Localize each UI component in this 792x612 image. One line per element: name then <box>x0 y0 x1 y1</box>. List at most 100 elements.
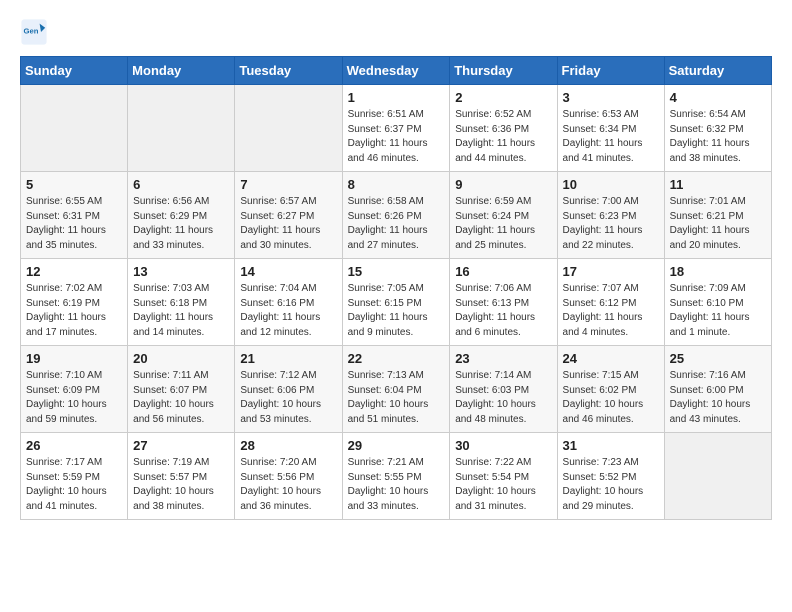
calendar-cell: 16Sunrise: 7:06 AM Sunset: 6:13 PM Dayli… <box>450 259 557 346</box>
calendar-cell: 29Sunrise: 7:21 AM Sunset: 5:55 PM Dayli… <box>342 433 450 520</box>
day-number: 23 <box>455 351 551 366</box>
calendar-cell: 6Sunrise: 6:56 AM Sunset: 6:29 PM Daylig… <box>128 172 235 259</box>
day-number: 24 <box>563 351 659 366</box>
day-number: 17 <box>563 264 659 279</box>
calendar-cell: 1 Sunrise: 6:51 AM Sunset: 6:37 PM Daylig… <box>342 85 450 172</box>
calendar-cell: 23 Sunrise: 7:14 AM Sunset: 6:03 PM Dayli… <box>450 346 557 433</box>
calendar-cell: 28 Sunrise: 7:20 AM Sunset: 5:56 PM Dayli… <box>235 433 342 520</box>
calendar-cell: 12Sunrise: 7:02 AM Sunset: 6:19 PM Dayli… <box>21 259 128 346</box>
day-number: 25 <box>670 351 766 366</box>
day-info: Sunrise: 6:57 AM Sunset: 6:27 PM Dayligh… <box>240 195 336 253</box>
calendar-cell: 31 Sunrise: 7:23 AM Sunset: 5:52 PM Dayli… <box>557 433 664 520</box>
calendar-cell: 3 Sunrise: 6:53 AM Sunset: 6:34 PM Daylig… <box>557 85 664 172</box>
logo: Gen <box>20 18 50 46</box>
day-info: Sunrise: 7:17 AM Sunset: 5:59 PM Dayligh… <box>26 456 122 514</box>
day-info: Sunrise: 7:10 AM Sunset: 6:09 PM Dayligh… <box>26 369 122 427</box>
day-number: 29 <box>348 438 445 453</box>
day-info: Sunrise: 7:03 AM Sunset: 6:18 PM Dayligh… <box>133 282 229 340</box>
weekday-header-sunday: Sunday <box>21 57 128 85</box>
day-info: Sunrise: 6:58 AM Sunset: 6:26 PM Dayligh… <box>348 195 445 253</box>
calendar-cell <box>235 85 342 172</box>
calendar-week-row: 12Sunrise: 7:02 AM Sunset: 6:19 PM Dayli… <box>21 259 772 346</box>
day-info: Sunrise: 7:16 AM Sunset: 6:00 PM Dayligh… <box>670 369 766 427</box>
day-info: Sunrise: 7:00 AM Sunset: 6:23 PM Dayligh… <box>563 195 659 253</box>
day-number: 16 <box>455 264 551 279</box>
day-info: Sunrise: 7:23 AM Sunset: 5:52 PM Dayligh… <box>563 456 659 514</box>
weekday-header-friday: Friday <box>557 57 664 85</box>
day-number: 11 <box>670 177 766 192</box>
day-info: Sunrise: 6:53 AM Sunset: 6:34 PM Dayligh… <box>563 108 659 166</box>
calendar-cell: 10 Sunrise: 7:00 AM Sunset: 6:23 PM Dayli… <box>557 172 664 259</box>
day-number: 1 <box>348 90 445 105</box>
day-info: Sunrise: 7:07 AM Sunset: 6:12 PM Dayligh… <box>563 282 659 340</box>
day-number: 22 <box>348 351 445 366</box>
day-number: 31 <box>563 438 659 453</box>
day-number: 18 <box>670 264 766 279</box>
calendar-cell: 17 Sunrise: 7:07 AM Sunset: 6:12 PM Dayli… <box>557 259 664 346</box>
day-number: 14 <box>240 264 336 279</box>
calendar-cell: 24 Sunrise: 7:15 AM Sunset: 6:02 PM Dayli… <box>557 346 664 433</box>
day-info: Sunrise: 6:55 AM Sunset: 6:31 PM Dayligh… <box>26 195 122 253</box>
calendar-table: SundayMondayTuesdayWednesdayThursdayFrid… <box>20 56 772 520</box>
day-number: 27 <box>133 438 229 453</box>
day-number: 8 <box>348 177 445 192</box>
day-info: Sunrise: 7:09 AM Sunset: 6:10 PM Dayligh… <box>670 282 766 340</box>
day-info: Sunrise: 7:02 AM Sunset: 6:19 PM Dayligh… <box>26 282 122 340</box>
calendar-cell: 21Sunrise: 7:12 AM Sunset: 6:06 PM Dayli… <box>235 346 342 433</box>
calendar-cell: 27 Sunrise: 7:19 AM Sunset: 5:57 PM Dayli… <box>128 433 235 520</box>
calendar-cell: 26 Sunrise: 7:17 AM Sunset: 5:59 PM Dayli… <box>21 433 128 520</box>
day-number: 30 <box>455 438 551 453</box>
day-number: 7 <box>240 177 336 192</box>
weekday-header-saturday: Saturday <box>664 57 771 85</box>
header: Gen <box>20 18 772 46</box>
day-number: 3 <box>563 90 659 105</box>
day-info: Sunrise: 6:52 AM Sunset: 6:36 PM Dayligh… <box>455 108 551 166</box>
calendar-week-row: 19 Sunrise: 7:10 AM Sunset: 6:09 PM Dayli… <box>21 346 772 433</box>
day-info: Sunrise: 7:15 AM Sunset: 6:02 PM Dayligh… <box>563 369 659 427</box>
calendar-cell: 30 Sunrise: 7:22 AM Sunset: 5:54 PM Dayli… <box>450 433 557 520</box>
day-number: 9 <box>455 177 551 192</box>
logo-icon: Gen <box>20 18 48 46</box>
day-number: 10 <box>563 177 659 192</box>
day-info: Sunrise: 6:54 AM Sunset: 6:32 PM Dayligh… <box>670 108 766 166</box>
calendar-cell: 20 Sunrise: 7:11 AM Sunset: 6:07 PM Dayli… <box>128 346 235 433</box>
page-container: Gen SundayMondayTuesdayWednesdayThursday… <box>0 0 792 532</box>
weekday-header-wednesday: Wednesday <box>342 57 450 85</box>
svg-text:Gen: Gen <box>24 26 39 35</box>
calendar-cell: 22 Sunrise: 7:13 AM Sunset: 6:04 PM Dayli… <box>342 346 450 433</box>
calendar-week-row: 5 Sunrise: 6:55 AM Sunset: 6:31 PM Daylig… <box>21 172 772 259</box>
calendar-cell: 9Sunrise: 6:59 AM Sunset: 6:24 PM Daylig… <box>450 172 557 259</box>
calendar-cell: 4Sunrise: 6:54 AM Sunset: 6:32 PM Daylig… <box>664 85 771 172</box>
calendar-cell <box>128 85 235 172</box>
calendar-cell: 15Sunrise: 7:05 AM Sunset: 6:15 PM Dayli… <box>342 259 450 346</box>
calendar-week-row: 26 Sunrise: 7:17 AM Sunset: 5:59 PM Dayli… <box>21 433 772 520</box>
day-number: 28 <box>240 438 336 453</box>
day-info: Sunrise: 7:13 AM Sunset: 6:04 PM Dayligh… <box>348 369 445 427</box>
weekday-header-row: SundayMondayTuesdayWednesdayThursdayFrid… <box>21 57 772 85</box>
calendar-cell: 7 Sunrise: 6:57 AM Sunset: 6:27 PM Daylig… <box>235 172 342 259</box>
day-info: Sunrise: 7:11 AM Sunset: 6:07 PM Dayligh… <box>133 369 229 427</box>
day-info: Sunrise: 7:20 AM Sunset: 5:56 PM Dayligh… <box>240 456 336 514</box>
day-number: 2 <box>455 90 551 105</box>
calendar-cell: 2 Sunrise: 6:52 AM Sunset: 6:36 PM Daylig… <box>450 85 557 172</box>
weekday-header-monday: Monday <box>128 57 235 85</box>
calendar-cell: 18 Sunrise: 7:09 AM Sunset: 6:10 PM Dayli… <box>664 259 771 346</box>
day-info: Sunrise: 7:04 AM Sunset: 6:16 PM Dayligh… <box>240 282 336 340</box>
day-info: Sunrise: 6:56 AM Sunset: 6:29 PM Dayligh… <box>133 195 229 253</box>
calendar-cell: 5 Sunrise: 6:55 AM Sunset: 6:31 PM Daylig… <box>21 172 128 259</box>
day-info: Sunrise: 7:05 AM Sunset: 6:15 PM Dayligh… <box>348 282 445 340</box>
day-number: 5 <box>26 177 122 192</box>
day-number: 20 <box>133 351 229 366</box>
day-number: 26 <box>26 438 122 453</box>
day-number: 21 <box>240 351 336 366</box>
day-number: 19 <box>26 351 122 366</box>
day-info: Sunrise: 7:14 AM Sunset: 6:03 PM Dayligh… <box>455 369 551 427</box>
calendar-cell: 14 Sunrise: 7:04 AM Sunset: 6:16 PM Dayli… <box>235 259 342 346</box>
day-info: Sunrise: 6:51 AM Sunset: 6:37 PM Dayligh… <box>348 108 445 166</box>
calendar-cell <box>664 433 771 520</box>
calendar-cell <box>21 85 128 172</box>
calendar-cell: 25 Sunrise: 7:16 AM Sunset: 6:00 PM Dayli… <box>664 346 771 433</box>
day-info: Sunrise: 7:22 AM Sunset: 5:54 PM Dayligh… <box>455 456 551 514</box>
day-info: Sunrise: 7:19 AM Sunset: 5:57 PM Dayligh… <box>133 456 229 514</box>
calendar-cell: 19 Sunrise: 7:10 AM Sunset: 6:09 PM Dayli… <box>21 346 128 433</box>
